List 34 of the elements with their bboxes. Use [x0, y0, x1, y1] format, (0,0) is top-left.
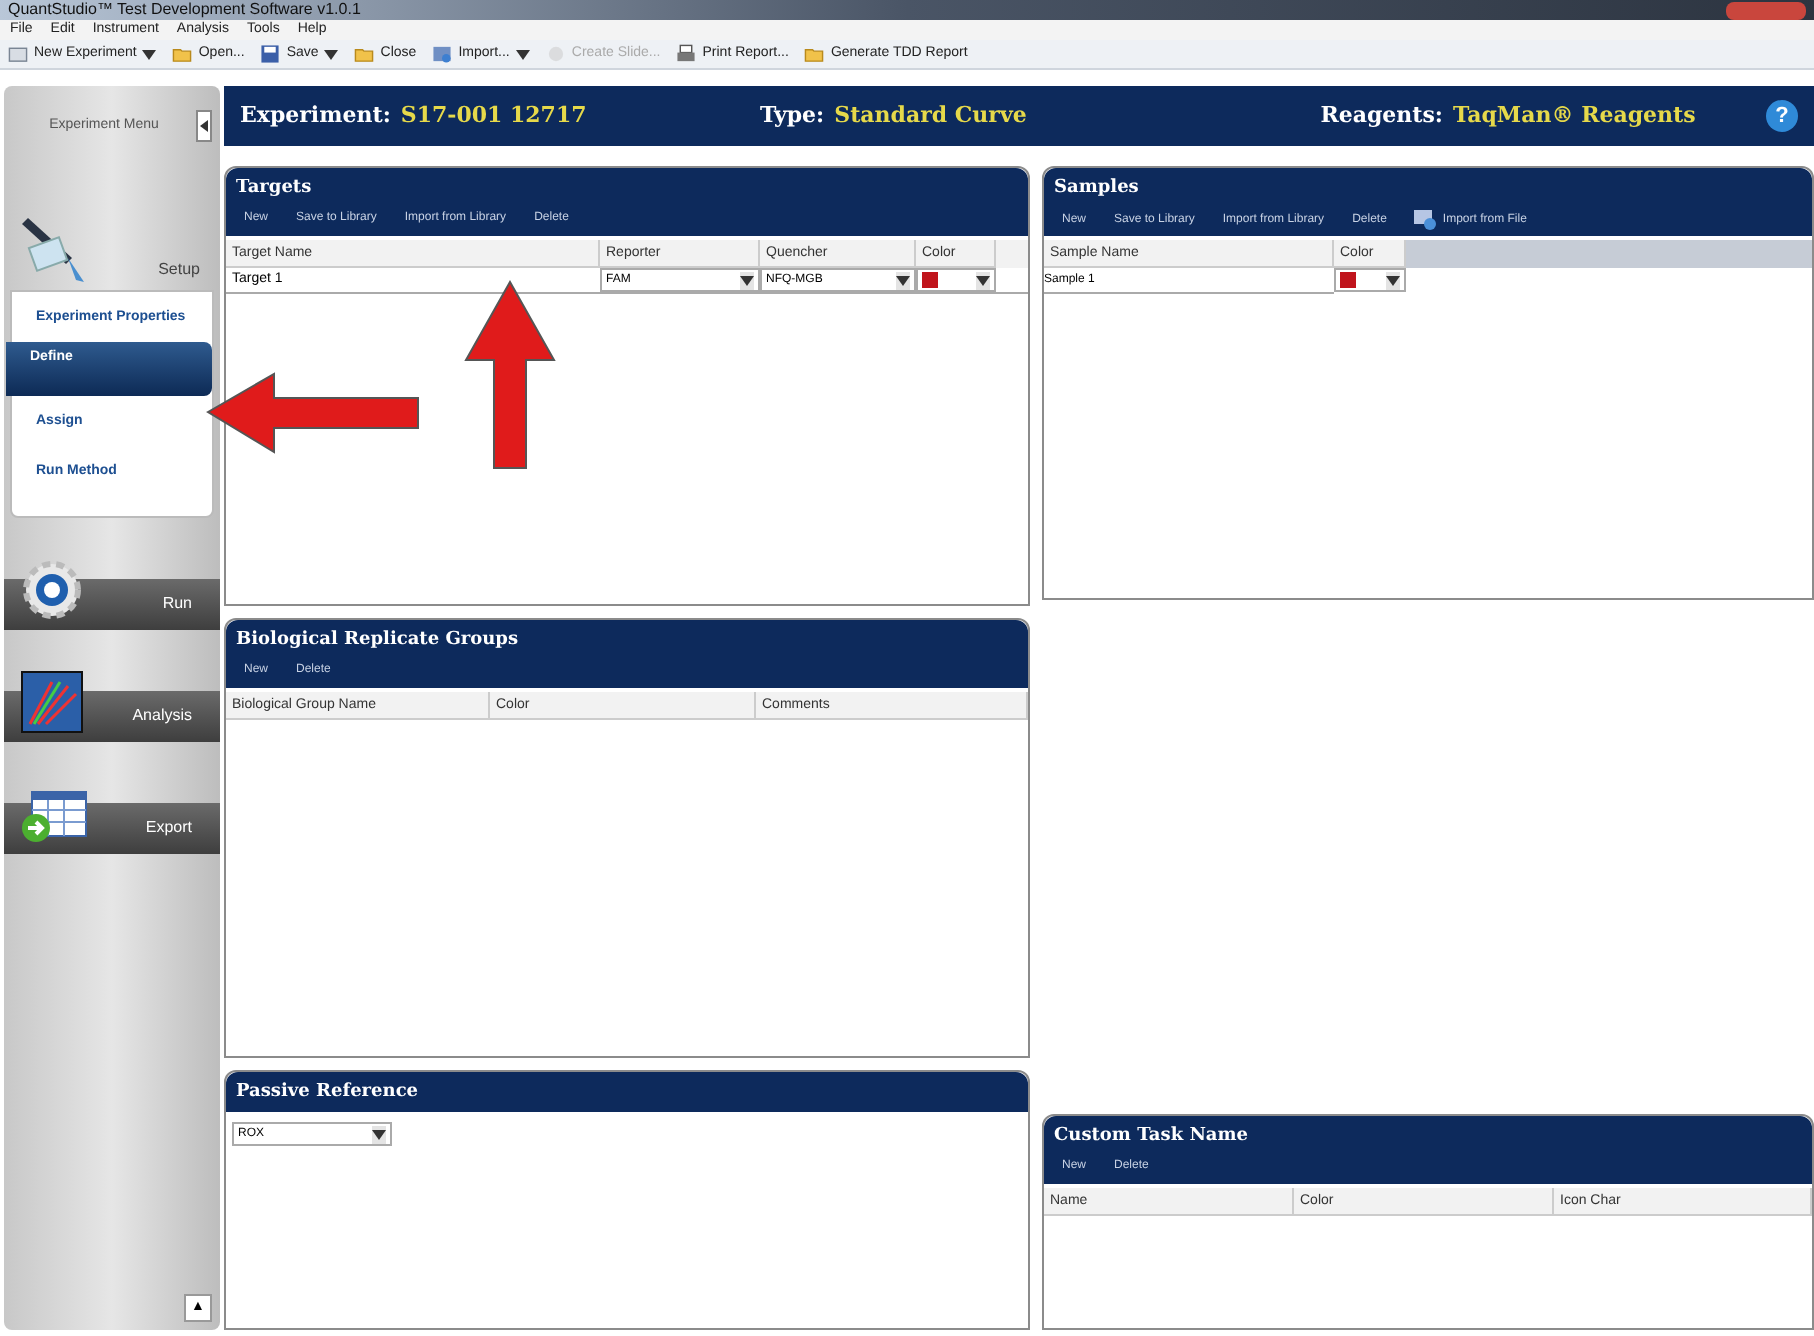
caret-icon — [372, 1129, 386, 1139]
collapse-icon — [200, 120, 208, 132]
chart-icon — [20, 670, 84, 734]
window-controls[interactable] — [1726, 1, 1806, 19]
gear-icon — [20, 558, 84, 622]
folder-icon — [172, 44, 193, 64]
field-value: TaqMan® Reagents — [1452, 99, 1696, 132]
collapse-button[interactable] — [196, 110, 212, 142]
printer-icon — [676, 44, 697, 64]
color-dropdown[interactable] — [916, 268, 996, 292]
panel-title: Samples — [1054, 176, 1141, 200]
folder-icon — [804, 44, 825, 64]
field-value: Standard Curve — [834, 99, 1027, 132]
field-label: Type: — [760, 99, 825, 132]
pipette-drawing — [20, 214, 88, 286]
field-label: Experiment: — [240, 99, 391, 132]
folder-icon — [354, 44, 375, 64]
section-label: Setup — [158, 258, 200, 282]
caret-icon — [1386, 275, 1400, 285]
panel-title: Biological Replicate Groups — [236, 628, 521, 652]
field-value: S17-001 12717 — [400, 99, 587, 132]
panel-title: Passive Reference — [236, 1080, 421, 1104]
help-button[interactable]: ? — [1766, 100, 1798, 132]
color-dropdown[interactable] — [1334, 268, 1406, 292]
window-title: QuantStudio™ Test Development Software v1.0.1 — [8, 0, 361, 20]
import-icon — [1414, 210, 1437, 230]
caret-icon — [976, 275, 990, 285]
field-label: Reagents: — [1320, 99, 1443, 132]
caret-icon — [896, 275, 910, 285]
panel-title: Custom Task Name — [1054, 1124, 1251, 1148]
import-icon — [432, 44, 453, 64]
spreadsheet-icon — [20, 790, 88, 846]
panel-title: Targets — [236, 176, 314, 200]
caret-icon — [740, 275, 754, 285]
